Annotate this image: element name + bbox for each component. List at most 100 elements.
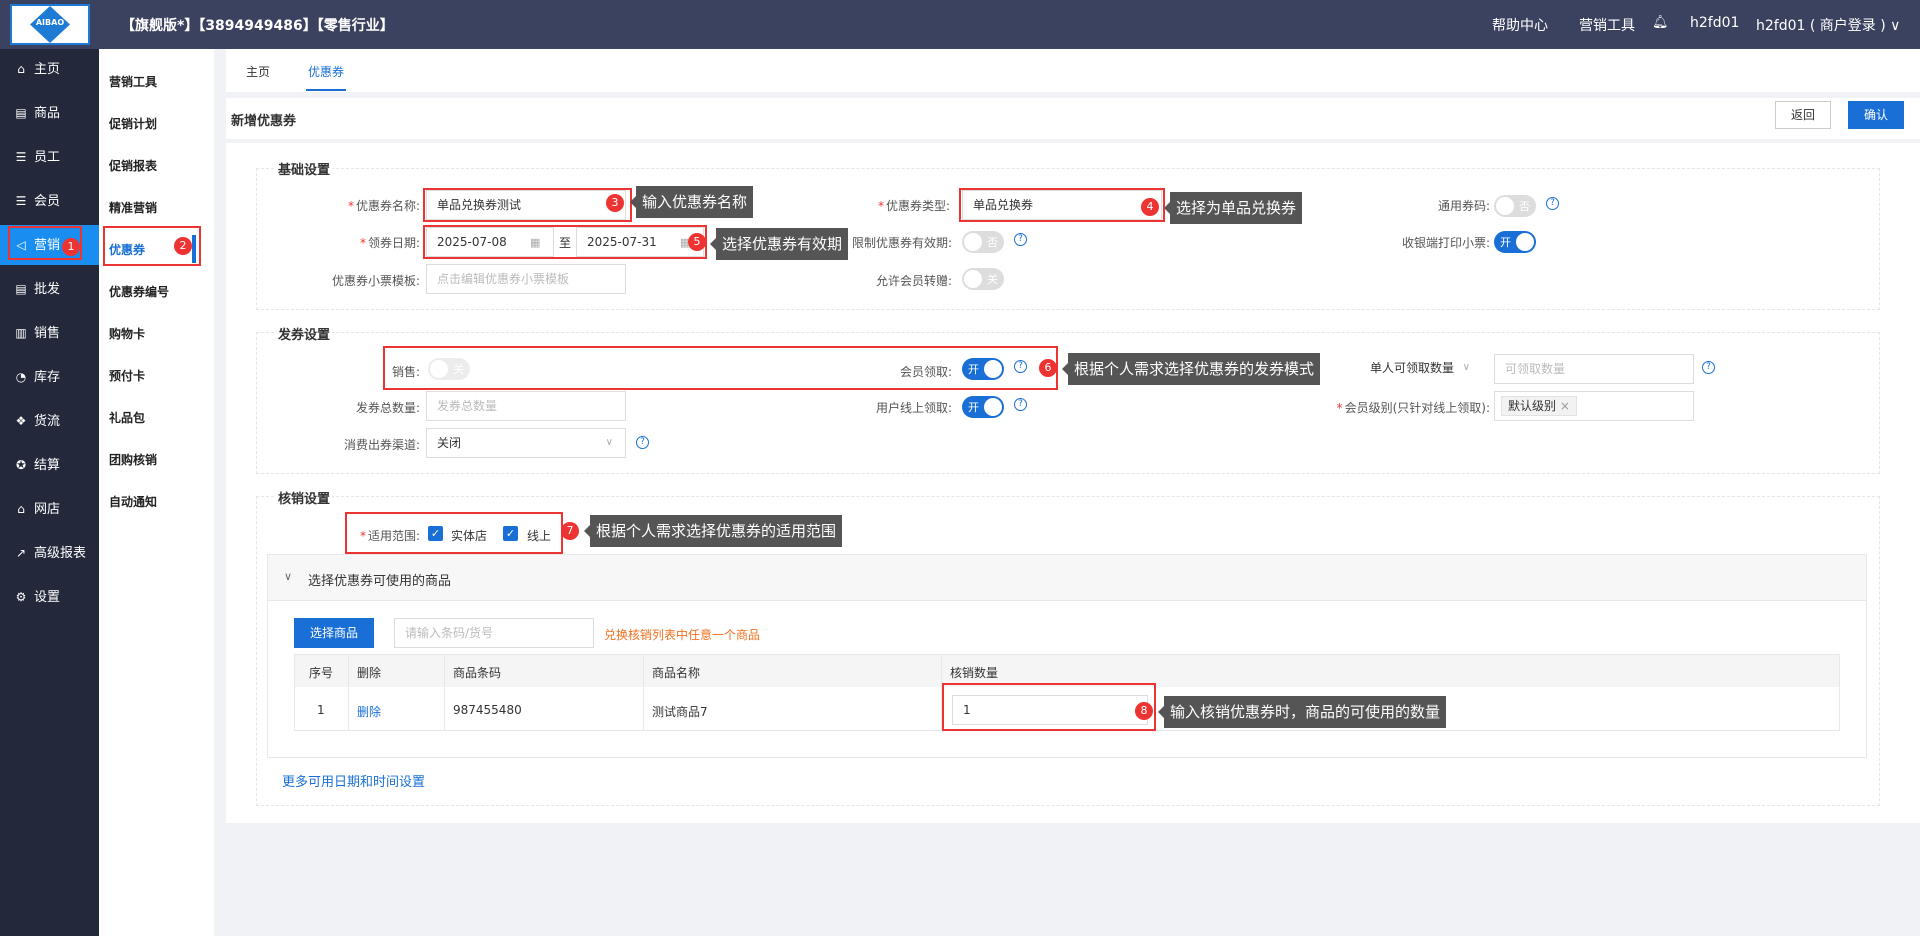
toggle-text: 开 (968, 401, 979, 414)
help-center-link[interactable]: 帮助中心 (1492, 15, 1548, 35)
nav-staff[interactable]: ☰ 员工 (0, 137, 99, 177)
label-text: 领券日期: (367, 236, 420, 250)
label-text: 会员级别(只针对线上领取): (1344, 401, 1490, 415)
subnav-gift-pack[interactable]: 礼品包 (109, 409, 145, 426)
annotation-callout-4: 选择为单品兑换券 (1163, 192, 1303, 224)
help-icon[interactable]: ? (1014, 398, 1027, 411)
annotation-callout-7: 根据个人需求选择优惠券的适用范围 (583, 515, 843, 547)
tab-home[interactable]: 主页 (246, 63, 270, 80)
subnav-shopping-card[interactable]: 购物卡 (109, 325, 145, 342)
nav-label: 结算 (34, 458, 61, 473)
allow-transfer-toggle[interactable]: 关 (962, 268, 1004, 290)
nav-settlement[interactable]: ✪ 结算 (0, 445, 99, 485)
nav-inventory[interactable]: ◔ 库存 (0, 357, 99, 397)
col-divider (444, 655, 445, 730)
annotation-badge-6: 6 (1039, 359, 1057, 377)
nav-label: 网店 (34, 502, 61, 517)
annotation-box-3 (423, 188, 632, 222)
help-icon[interactable]: ? (1014, 233, 1027, 246)
row-delete-link[interactable]: 删除 (357, 703, 381, 720)
annotation-badge-1: 1 (62, 238, 80, 256)
nav-label: 商品 (34, 106, 61, 121)
row-index: 1 (317, 703, 325, 717)
subnav-promo-report[interactable]: 促销报表 (109, 157, 157, 174)
per-person-select[interactable]: 单人可领取数量 ∨ (1360, 354, 1484, 384)
goods-icon: ▤ (15, 106, 27, 120)
toggle-knob (964, 270, 982, 288)
back-button[interactable]: 返回 (1775, 101, 1831, 129)
help-icon[interactable]: ? (1702, 361, 1715, 374)
nav-member[interactable]: ☰ 会员 (0, 181, 99, 221)
nav-sales[interactable]: ▥ 销售 (0, 313, 99, 353)
subnav-marketing-tools[interactable]: 营销工具 (109, 73, 157, 90)
help-icon[interactable]: ? (1546, 197, 1559, 210)
nav-logistics[interactable]: ❖ 货流 (0, 401, 99, 441)
barcode-input[interactable]: 请输入条码/货号 (394, 618, 594, 648)
annotation-callout-6: 根据个人需求选择优惠券的发券模式 (1061, 353, 1321, 385)
nav-settings[interactable]: ⚙ 设置 (0, 577, 99, 617)
nav-home[interactable]: ⌂ 主页 (0, 49, 99, 89)
general-code-label: 通用券码: (1437, 199, 1490, 213)
print-receipt-toggle[interactable]: 开 (1494, 231, 1536, 253)
logo-text: AIBAO (35, 18, 65, 27)
collapse-title: 选择优惠券可使用的商品 (308, 574, 452, 589)
brand-logo[interactable]: AIBAO (10, 4, 90, 45)
marketing-tools-link[interactable]: 营销工具 (1579, 15, 1635, 35)
nav-label: 主页 (34, 62, 61, 77)
annotation-callout-8: 输入核销优惠券时，商品的可使用的数量 (1157, 696, 1447, 728)
total-quantity-input[interactable]: 发券总数量 (426, 391, 626, 421)
coupon-name-label: * 优惠券名称: (347, 199, 420, 213)
nav-goods[interactable]: ▤ 商品 (0, 93, 99, 133)
subnav-groupbuy[interactable]: 团购核销 (109, 451, 157, 468)
account-info: 【旗舰版*】【3894949486】【零售行业】 (121, 18, 394, 34)
annotation-callout-5: 选择优惠券有效期 (709, 228, 849, 260)
nav-label: 会员 (34, 194, 61, 209)
settlement-icon: ✪ (15, 458, 27, 472)
subnav-prepaid-card[interactable]: 预付卡 (109, 367, 145, 384)
chevron-down-icon[interactable]: ∨ (284, 570, 292, 583)
exchange-hint: 兑换核销列表中任意一个商品 (604, 628, 761, 642)
gear-icon: ⚙ (15, 590, 27, 604)
nav-wholesale[interactable]: ▤ 批发 (0, 269, 99, 309)
close-icon[interactable]: × (1560, 399, 1570, 413)
select-text: 关闭 (437, 436, 462, 450)
toggle-text: 开 (1500, 236, 1511, 249)
limit-validity-toggle[interactable]: 否 (962, 231, 1004, 253)
subnav-promo-plan[interactable]: 促销计划 (109, 115, 157, 132)
ticket-template-input[interactable]: 点击编辑优惠券小票模板 (426, 264, 626, 294)
shop-icon: ⌂ (17, 502, 25, 516)
more-date-time-link[interactable]: 更多可用日期和时间设置 (282, 771, 425, 790)
confirm-button[interactable]: 确认 (1848, 101, 1904, 129)
per-person-quantity-input[interactable]: 可领取数量 (1494, 354, 1694, 384)
online-claim-toggle[interactable]: 开 (962, 396, 1004, 418)
online-claim-label: 用户线上领取: (875, 401, 952, 415)
nav-webshop[interactable]: ⌂ 网店 (0, 489, 99, 529)
subnav-auto-notify[interactable]: 自动通知 (109, 493, 157, 510)
issue-settings-title: 发券设置 (276, 324, 333, 343)
tab-coupon[interactable]: 优惠券 (308, 63, 344, 80)
nav-reports[interactable]: ↗ 高级报表 (0, 533, 99, 573)
user-menu[interactable]: h2fd01 ( 商户登录 ) ∨ (1756, 15, 1900, 35)
toggle-knob (984, 398, 1002, 416)
user-name[interactable]: h2fd01 (1690, 15, 1739, 31)
general-code-toggle[interactable]: 否 (1494, 195, 1536, 217)
collapse-header[interactable] (268, 555, 1866, 601)
nav-label: 高级报表 (34, 546, 87, 561)
help-icon[interactable]: ? (636, 436, 649, 449)
select-text: 单人可领取数量 (1370, 361, 1455, 375)
nav-label: 员工 (34, 150, 61, 165)
select-goods-button[interactable]: 选择商品 (294, 618, 374, 648)
subnav-coupon-code[interactable]: 优惠券编号 (109, 283, 169, 300)
annotation-badge-5: 5 (688, 233, 706, 251)
top-bar: AIBAO 【旗舰版*】【3894949486】【零售行业】 帮助中心 营销工具… (0, 0, 1920, 49)
logistics-icon: ❖ (15, 414, 27, 428)
bell-icon[interactable]: 🔔︎ (1652, 15, 1669, 30)
member-level-select[interactable]: 默认级别 × (1494, 391, 1694, 421)
subnav-precise-marketing[interactable]: 精准营销 (109, 199, 157, 216)
nav-label: 销售 (34, 326, 61, 341)
annotation-box-7 (345, 512, 563, 554)
annotation-badge-3: 3 (606, 194, 624, 212)
print-receipt-label: 收银端打印小票: (1401, 236, 1490, 250)
toggle-knob (1516, 233, 1534, 251)
consume-channel-select[interactable]: 关闭 ∨ (426, 428, 626, 458)
